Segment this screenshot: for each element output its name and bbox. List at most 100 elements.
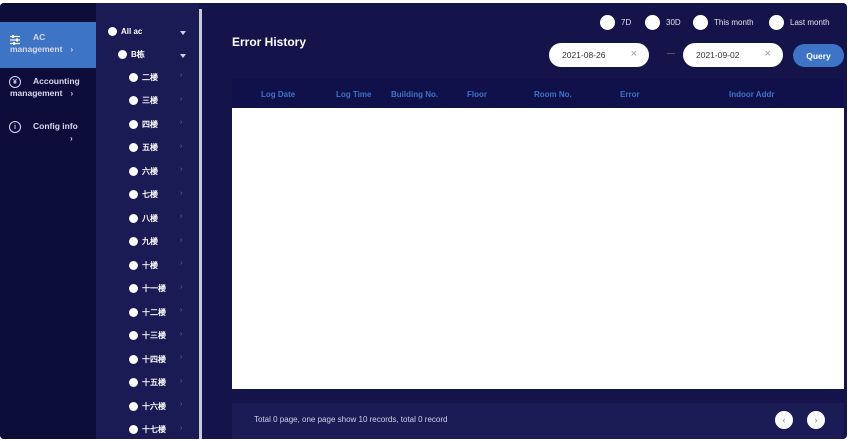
tree-node-floor[interactable]: 四楼 <box>129 117 158 131</box>
query-button[interactable]: Query <box>793 44 844 67</box>
caret-down-icon[interactable] <box>180 31 186 35</box>
radio-dot-icon <box>129 213 138 223</box>
building-tree: All ac B栋 二楼 › 三楼 › 四楼 › 五楼 › 六楼 › 七楼 › 八楼 › 九楼 › 十楼 › 十一楼… <box>96 3 199 439</box>
tree-node-label: 八楼 <box>142 213 158 223</box>
end-date-value: 2021-09-02 <box>696 50 740 60</box>
tree-node-floor[interactable]: 六楼 <box>129 164 158 178</box>
sidebar-item-label: management <box>10 88 63 98</box>
tree-node-floor[interactable]: 九楼 <box>129 235 158 249</box>
column-header-log-time[interactable]: Log Time <box>336 90 371 99</box>
column-header-log-date[interactable]: Log Date <box>261 90 295 99</box>
page-title: Error History <box>232 35 307 49</box>
range-option-label: 30D <box>666 18 681 27</box>
clear-icon[interactable]: × <box>631 48 637 60</box>
tree-node-label: 七楼 <box>142 190 158 199</box>
tree-node-label: 五楼 <box>142 143 158 152</box>
column-header-building-no[interactable]: Building No. <box>391 90 438 99</box>
range-option-label: 7D <box>621 18 632 27</box>
chevron-right-icon[interactable]: › <box>180 378 182 385</box>
tree-node-all[interactable]: All ac <box>108 24 142 38</box>
tree-node-floor[interactable]: 二楼 <box>129 70 158 84</box>
range-option-label: This month <box>714 18 754 27</box>
tree-node-floor[interactable]: 十楼 <box>129 258 158 272</box>
range-option-7d[interactable]: 7D <box>600 15 631 30</box>
radio-button-icon <box>693 15 708 30</box>
sidebar-item-ac-management[interactable]: AC management › <box>0 22 96 68</box>
caret-down-icon[interactable] <box>180 54 186 58</box>
radio-dot-icon <box>129 260 138 270</box>
sidebar-item-label: Config info <box>33 121 78 131</box>
tree-node-floor[interactable]: 十一楼 <box>129 282 166 296</box>
start-date-value: 2021-08-26 <box>562 50 606 60</box>
column-header-error[interactable]: Error <box>620 90 640 99</box>
chevron-right-icon[interactable]: › <box>180 143 182 150</box>
tree-node-floor[interactable]: 十三楼 <box>129 329 166 343</box>
range-option-last-month[interactable]: Last month <box>769 15 830 30</box>
chevron-right-icon[interactable]: › <box>180 96 182 103</box>
sidebar-item-label: management <box>10 44 63 54</box>
tree-node-label: 四楼 <box>142 119 158 129</box>
chevron-right-icon[interactable]: › <box>180 284 182 291</box>
radio-dot-icon <box>129 425 138 434</box>
chevron-right-icon: › <box>70 45 74 54</box>
radio-dot-icon <box>129 143 138 152</box>
column-header-floor[interactable]: Floor <box>467 90 487 99</box>
chevron-right-icon[interactable]: › <box>180 307 182 314</box>
tree-node-label: 十七楼 <box>142 425 166 434</box>
radio-button-icon <box>769 15 784 30</box>
chevron-right-icon[interactable]: › <box>180 119 182 126</box>
radio-dot-icon <box>129 237 138 246</box>
sidebar-item-label: AC <box>33 32 46 42</box>
range-option-30d[interactable]: 30D <box>645 15 681 30</box>
tree-node-label: 十三楼 <box>142 331 166 340</box>
chevron-right-icon[interactable]: › <box>180 260 182 267</box>
tree-node-label: 二楼 <box>142 72 158 82</box>
radio-dot-icon <box>129 166 138 176</box>
tree-scrollbar[interactable] <box>199 9 202 439</box>
tree-node-label: 九楼 <box>142 237 158 246</box>
radio-button-icon <box>600 15 615 30</box>
start-date-input[interactable]: 2021-08-26 × <box>549 43 649 67</box>
tree-node-floor[interactable]: 五楼 <box>129 141 158 155</box>
radio-dot-icon <box>129 284 138 293</box>
tree-node-building[interactable]: B栋 <box>118 47 145 61</box>
sidebar-item-label: Accounting <box>33 76 80 86</box>
tree-node-floor[interactable]: 三楼 <box>129 94 158 108</box>
radio-dot-icon <box>129 96 138 105</box>
tree-node-floor[interactable]: 十二楼 <box>129 305 166 319</box>
tree-node-label: All ac <box>121 26 143 36</box>
info-icon: i <box>9 121 21 133</box>
chevron-right-icon[interactable]: › <box>180 331 182 338</box>
chevron-right-icon[interactable]: › <box>180 401 182 408</box>
clear-icon[interactable]: × <box>765 48 771 60</box>
radio-dot-icon <box>129 354 138 364</box>
radio-dot-icon <box>129 378 138 387</box>
chevron-right-icon[interactable]: › <box>180 213 182 220</box>
column-header-indoor-addr[interactable]: Indoor Addr <box>729 90 774 99</box>
sidebar-item-config-info[interactable]: i Config info › <box>0 121 96 149</box>
app-window: AC management › ¥ Accounting management › … <box>0 3 847 439</box>
tree-node-floor[interactable]: 十七楼 <box>129 423 166 437</box>
tree-node-floor[interactable]: 十五楼 <box>129 376 166 390</box>
tree-node-floor[interactable]: 七楼 <box>129 188 158 202</box>
radio-dot-icon <box>129 307 138 317</box>
date-range-separator <box>667 53 675 54</box>
end-date-input[interactable]: 2021-09-02 × <box>683 43 783 67</box>
column-header-room-no[interactable]: Room No. <box>534 90 572 99</box>
chevron-right-icon[interactable]: › <box>180 166 182 173</box>
radio-dot-icon <box>129 190 138 199</box>
range-option-this-month[interactable]: This month <box>693 15 754 30</box>
chevron-right-icon[interactable]: › <box>180 237 182 244</box>
radio-dot-icon <box>108 26 117 36</box>
sidebar-item-accounting-management[interactable]: ¥ Accounting management › <box>0 76 96 106</box>
tree-node-floor[interactable]: 八楼 <box>129 211 158 225</box>
radio-dot-icon <box>129 119 138 129</box>
chevron-right-icon[interactable]: › <box>180 354 182 361</box>
tree-node-floor[interactable]: 十六楼 <box>129 399 166 413</box>
chevron-right-icon[interactable]: › <box>180 72 182 79</box>
prev-page-button[interactable]: ‹ <box>775 411 793 429</box>
next-page-button[interactable]: › <box>807 411 825 429</box>
tree-node-floor[interactable]: 十四楼 <box>129 352 166 366</box>
chevron-right-icon[interactable]: › <box>180 425 182 432</box>
chevron-right-icon[interactable]: › <box>180 190 182 197</box>
